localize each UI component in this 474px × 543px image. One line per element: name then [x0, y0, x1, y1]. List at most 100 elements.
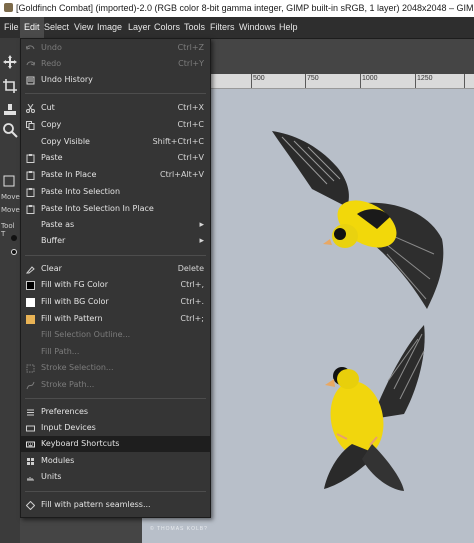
tool-options-tab[interactable]: Move — [1, 193, 20, 201]
menu-item-shortcut: Ctrl+Z — [177, 43, 204, 52]
menu-item-paste-into-selection-in-place[interactable]: Paste Into Selection In Place — [21, 201, 210, 217]
menu-item-stroke-path[interactable]: Stroke Path... — [21, 377, 210, 393]
menu-tools[interactable]: Tools — [180, 17, 209, 38]
menu-separator — [25, 491, 206, 492]
menu-item-stroke-selection[interactable]: Stroke Selection... — [21, 360, 210, 376]
menu-item-label: Undo History — [41, 75, 93, 84]
plugin-icon — [26, 501, 35, 510]
units-icon — [27, 477, 34, 481]
move-tool-icon[interactable] — [2, 54, 18, 70]
menu-item-undo[interactable]: Undo Ctrl+Z — [21, 40, 210, 56]
menu-item-label: Input Devices — [41, 423, 96, 432]
ruler-label: 500 — [253, 75, 265, 82]
menu-filters[interactable]: Filters — [206, 17, 239, 38]
menu-item-keyboard-shortcuts[interactable]: Keyboard Shortcuts — [21, 436, 210, 452]
menu-item-fill-pattern[interactable]: Fill with Pattern Ctrl+; — [21, 311, 210, 327]
menu-item-cut[interactable]: Cut Ctrl+X — [21, 100, 210, 116]
menu-item-shortcut: Ctrl+. — [180, 297, 204, 306]
menu-item-label: Cut — [41, 103, 55, 112]
paste-icon — [26, 154, 35, 163]
modules-icon — [27, 458, 34, 465]
menu-select[interactable]: Select — [40, 17, 73, 38]
menu-item-redo[interactable]: Redo Ctrl+Y — [21, 56, 210, 72]
radio-option-1[interactable] — [11, 235, 17, 241]
menu-item-shortcut: Ctrl+V — [177, 153, 204, 162]
menu-item-shortcut: Ctrl+X — [177, 103, 204, 112]
redo-icon — [26, 61, 35, 66]
watermark: © THOMAS KOLB? — [150, 526, 208, 532]
window-title-bar: [Goldfinch Combat] (imported)-2.0 (RGB c… — [0, 0, 474, 17]
ruler-label: 1250 — [417, 75, 433, 82]
gimp-app-icon — [4, 3, 13, 12]
zoom-tool-icon[interactable] — [2, 122, 18, 138]
menu-item-fill-pattern-seamless[interactable]: Fill with pattern seamless... — [21, 497, 210, 513]
menu-item-label: Preferences — [41, 407, 89, 416]
tool-options-icon[interactable] — [2, 173, 18, 189]
menu-item-label: Stroke Path... — [41, 380, 95, 389]
menu-windows[interactable]: Windows — [235, 17, 280, 38]
menu-item-label: Paste Into Selection In Place — [41, 204, 154, 213]
input-devices-icon — [26, 425, 35, 432]
undo-icon — [26, 45, 35, 50]
clone-tool-icon[interactable] — [2, 102, 18, 118]
fg-color-swatch-icon — [26, 281, 35, 290]
menu-item-shortcut: Ctrl+Y — [178, 59, 204, 68]
menu-item-fill-bg[interactable]: Fill with BG Color Ctrl+. — [21, 294, 210, 310]
menu-item-shortcut: Ctrl+Alt+V — [160, 170, 204, 179]
menu-item-label: Undo — [41, 43, 62, 52]
menu-item-fill-fg[interactable]: Fill with FG Color Ctrl+, — [21, 277, 210, 293]
menu-item-label: Fill with FG Color — [41, 280, 108, 289]
paste-into-selection-icon — [26, 188, 35, 197]
menu-item-shortcut: Delete — [177, 264, 204, 273]
menu-item-shortcut: Ctrl+, — [180, 280, 204, 289]
menu-item-copy[interactable]: Copy Ctrl+C — [21, 117, 210, 133]
menu-colors[interactable]: Colors — [150, 17, 184, 38]
menu-item-label: Fill with BG Color — [41, 297, 109, 306]
paste-in-place-icon — [26, 171, 35, 180]
clear-icon — [26, 266, 35, 274]
menu-item-preferences[interactable]: Preferences — [21, 404, 210, 420]
menu-item-label: Paste as — [41, 220, 75, 229]
menu-item-buffer[interactable]: Buffer ▸ — [21, 233, 210, 249]
menu-item-paste-into-selection[interactable]: Paste Into Selection — [21, 184, 210, 200]
menu-item-fill-path[interactable]: Fill Path... — [21, 344, 210, 360]
menu-item-paste[interactable]: Paste Ctrl+V — [21, 150, 210, 166]
menu-item-label: Stroke Selection... — [41, 363, 114, 372]
menu-item-label: Paste — [41, 153, 63, 162]
menu-item-shortcut: Shift+Ctrl+C — [152, 137, 204, 146]
menu-item-label: Fill with Pattern — [41, 314, 103, 323]
menu-item-label: Paste Into Selection — [41, 187, 121, 196]
menu-item-label: Units — [41, 472, 62, 481]
menu-item-fill-selection-outline[interactable]: Fill Selection Outline... — [21, 327, 210, 343]
crop-tool-icon[interactable] — [2, 78, 18, 94]
menu-item-clear[interactable]: Clear Delete — [21, 261, 210, 277]
preferences-icon — [27, 409, 34, 416]
toolbox — [0, 38, 20, 543]
menu-bar: File Edit Select View Image Layer Colors… — [0, 17, 474, 39]
ruler-label: 1000 — [362, 75, 378, 82]
menu-item-copy-visible[interactable]: Copy Visible Shift+Ctrl+C — [21, 134, 210, 150]
radio-option-2[interactable] — [11, 249, 17, 255]
menu-item-paste-as[interactable]: Paste as ▸ — [21, 217, 210, 233]
menu-item-label: Copy Visible — [41, 137, 90, 146]
submenu-arrow-icon: ▸ — [199, 236, 204, 246]
window-title: [Goldfinch Combat] (imported)-2.0 (RGB c… — [16, 3, 474, 13]
menu-help[interactable]: Help — [275, 17, 302, 38]
menu-item-shortcut: Ctrl+C — [177, 120, 204, 129]
bg-color-swatch-icon — [26, 298, 35, 307]
menu-item-paste-in-place[interactable]: Paste In Place Ctrl+Alt+V — [21, 167, 210, 183]
keyboard-icon — [26, 441, 35, 448]
menu-item-modules[interactable]: Modules — [21, 453, 210, 469]
menu-image[interactable]: Image — [93, 17, 126, 38]
stroke-selection-icon — [26, 364, 35, 373]
pattern-swatch-icon — [26, 315, 35, 324]
cut-icon — [26, 104, 35, 113]
menu-item-undo-history[interactable]: Undo History — [21, 72, 210, 88]
menu-item-label: Clear — [41, 264, 62, 273]
menu-item-label: Copy — [41, 120, 62, 129]
menu-item-units[interactable]: Units — [21, 469, 210, 485]
menu-item-input-devices[interactable]: Input Devices — [21, 420, 210, 436]
submenu-arrow-icon: ▸ — [199, 220, 204, 230]
horizontal-ruler[interactable]: 500 750 1000 1250 — [205, 74, 474, 89]
menu-item-label: Paste In Place — [41, 170, 97, 179]
